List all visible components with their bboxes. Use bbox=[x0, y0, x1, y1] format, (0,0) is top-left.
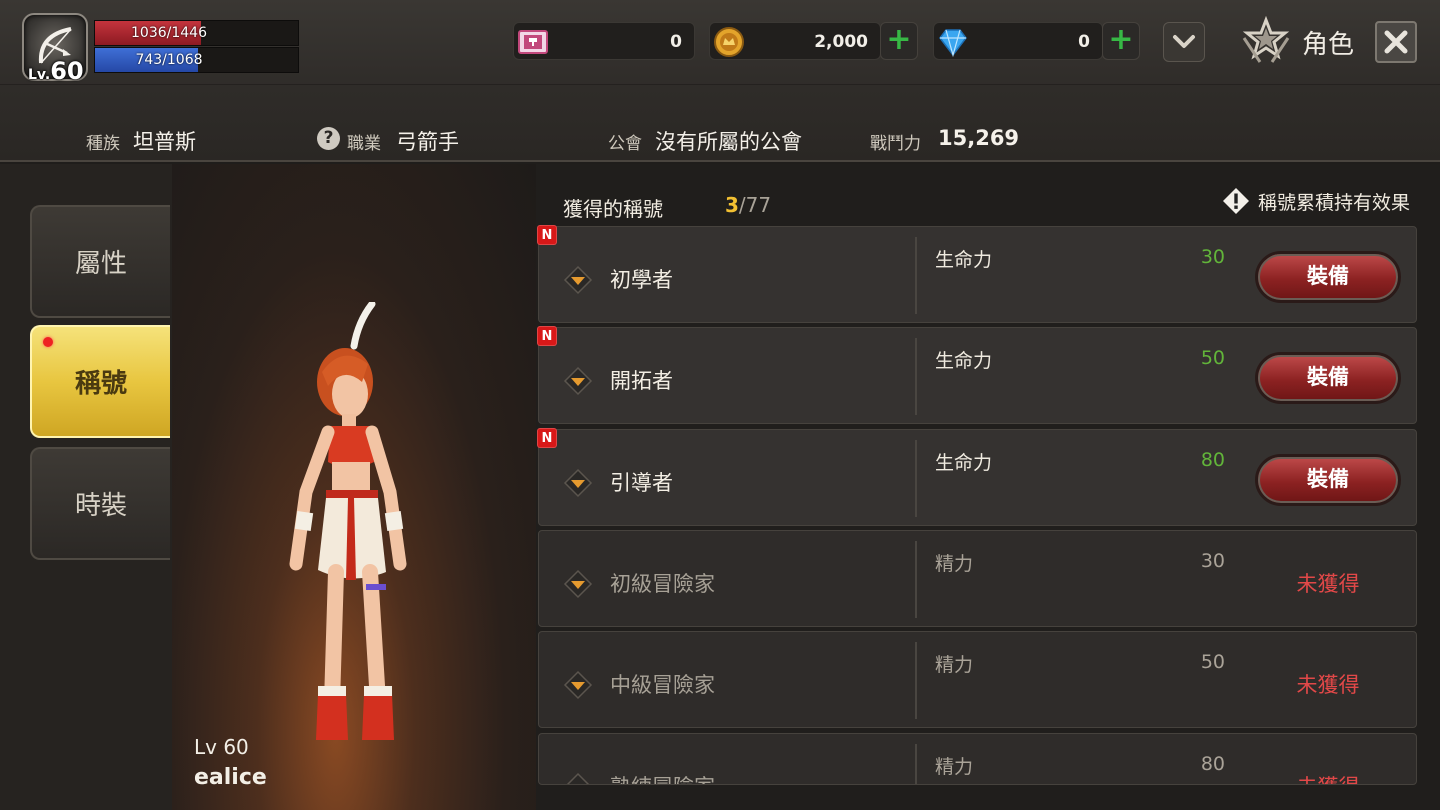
tab-titles-label: 稱號 bbox=[74, 369, 127, 399]
race-value: 坦普斯 bbox=[133, 130, 196, 154]
add-gold-button[interactable]: + bbox=[880, 22, 918, 60]
hp-text: 1036/1446 bbox=[131, 25, 207, 41]
class-help-icon[interactable]: ? bbox=[317, 127, 340, 150]
diamond-currency: 0 bbox=[933, 22, 1103, 60]
title-row[interactable]: 初學者 生命力 30 裝備 bbox=[538, 226, 1417, 323]
title-name: 熟練冒險家 bbox=[610, 771, 715, 784]
title-row[interactable]: 開拓者 生命力 50 裝備 bbox=[538, 327, 1417, 424]
accumulated-effect-button[interactable]: 稱號累積持有效果 bbox=[1222, 187, 1410, 215]
row-divider bbox=[915, 237, 917, 314]
character-preview[interactable] bbox=[172, 164, 536, 810]
mp-bar: 743/1068 bbox=[94, 47, 299, 73]
guild-label: 公會 bbox=[608, 134, 642, 154]
character-name: ealice bbox=[194, 765, 267, 790]
expand-chevron-icon[interactable] bbox=[563, 569, 593, 599]
tab-attributes[interactable]: 屬性 bbox=[30, 205, 170, 318]
tab-titles[interactable]: 稱號 bbox=[30, 325, 170, 438]
new-badge: N bbox=[537, 428, 557, 448]
unobtained-label: 未獲得 bbox=[1255, 771, 1401, 784]
new-badge: N bbox=[537, 225, 557, 245]
guild-value: 沒有所屬的公會 bbox=[655, 130, 802, 154]
gold-coin-icon bbox=[714, 27, 744, 57]
equip-button[interactable]: 裝備 bbox=[1255, 454, 1401, 506]
character-emblem-icon bbox=[1242, 16, 1290, 63]
gold-currency: 2,000 bbox=[709, 22, 881, 60]
title-name: 初學者 bbox=[610, 268, 673, 292]
title-row[interactable]: 引導者 生命力 80 裝備 bbox=[538, 429, 1417, 526]
title-stat-name: 精力 bbox=[935, 553, 974, 575]
title-name: 中級冒險家 bbox=[610, 673, 715, 697]
title-row[interactable]: 中級冒險家 精力 50 未獲得 bbox=[538, 631, 1417, 728]
power-value: 15,269 bbox=[938, 126, 1020, 150]
title-stat-value: 30 bbox=[1200, 246, 1225, 268]
top-bar: Lv.60 1036/1446 743/1068 0 2,000 + 0 + 角… bbox=[0, 0, 1440, 162]
equip-button[interactable]: 裝備 bbox=[1255, 251, 1401, 303]
character-level: Lv 60 bbox=[194, 735, 249, 759]
title-stat-name: 生命力 bbox=[935, 452, 993, 474]
tab-costume[interactable]: 時裝 bbox=[30, 447, 170, 560]
expand-chevron-icon[interactable] bbox=[563, 670, 593, 700]
row-divider bbox=[915, 440, 917, 517]
titles-count-current: 3 bbox=[725, 193, 739, 217]
section-title: 角色 bbox=[1302, 30, 1355, 60]
unobtained-label: 未獲得 bbox=[1296, 673, 1360, 697]
row-divider bbox=[915, 744, 917, 784]
ticket-currency: 0 bbox=[513, 22, 695, 60]
character-model bbox=[289, 302, 407, 740]
expand-chevron-icon[interactable] bbox=[563, 265, 593, 295]
power-label: 戰鬥力 bbox=[870, 134, 921, 154]
title-name: 開拓者 bbox=[610, 369, 673, 393]
expand-chevron-icon[interactable] bbox=[563, 366, 593, 396]
titles-count-total: /77 bbox=[738, 193, 772, 217]
class-value: 弓箭手 bbox=[396, 130, 459, 154]
title-stat-name: 精力 bbox=[935, 756, 974, 778]
close-button[interactable] bbox=[1375, 21, 1417, 63]
diamond-gem-icon bbox=[939, 29, 967, 58]
title-stat-name: 精力 bbox=[935, 654, 974, 676]
player-level-badge: Lv.60 bbox=[28, 57, 84, 85]
equip-button[interactable]: 裝備 bbox=[1255, 352, 1401, 404]
titles-heading: 獲得的稱號 bbox=[563, 197, 663, 221]
close-icon bbox=[1384, 30, 1408, 54]
gold-value: 2,000 bbox=[814, 32, 868, 52]
tab-costume-label: 時裝 bbox=[74, 491, 127, 521]
title-stat-value: 30 bbox=[1200, 550, 1225, 572]
row-divider bbox=[915, 541, 917, 618]
title-stat-value: 50 bbox=[1200, 347, 1225, 369]
expand-chevron-icon[interactable] bbox=[563, 468, 593, 498]
mp-text: 743/1068 bbox=[135, 52, 203, 68]
titles-count: 3/77 bbox=[725, 193, 771, 217]
title-row[interactable]: 熟練冒險家 精力 80 未獲得 bbox=[538, 733, 1417, 785]
row-divider bbox=[915, 642, 917, 719]
add-diamond-button[interactable]: + bbox=[1102, 22, 1140, 60]
ticket-icon bbox=[518, 30, 548, 54]
title-stat-name: 生命力 bbox=[935, 350, 993, 372]
hp-bar: 1036/1446 bbox=[94, 20, 299, 46]
row-divider bbox=[915, 338, 917, 415]
title-stat-value: 80 bbox=[1200, 753, 1225, 775]
title-name: 初級冒險家 bbox=[610, 572, 715, 596]
title-stat-name: 生命力 bbox=[935, 249, 993, 271]
alert-diamond-icon bbox=[1223, 188, 1249, 214]
title-name: 引導者 bbox=[610, 471, 673, 495]
title-stat-value: 50 bbox=[1200, 651, 1225, 673]
race-label: 種族 bbox=[86, 134, 120, 154]
unobtained-label: 未獲得 bbox=[1296, 572, 1360, 596]
title-stat-value: 80 bbox=[1200, 449, 1225, 471]
expand-menu-button[interactable] bbox=[1163, 22, 1205, 62]
expand-chevron-icon[interactable] bbox=[563, 772, 593, 785]
ticket-value: 0 bbox=[670, 32, 682, 52]
chevron-down-icon bbox=[1173, 35, 1195, 48]
tab-attributes-label: 屬性 bbox=[74, 249, 127, 279]
title-row[interactable]: 初級冒險家 精力 30 未獲得 bbox=[538, 530, 1417, 627]
accumulated-effect-label: 稱號累積持有效果 bbox=[1258, 191, 1411, 214]
diamond-value: 0 bbox=[1078, 32, 1090, 52]
class-label: 職業 bbox=[347, 134, 381, 154]
notification-dot bbox=[43, 337, 53, 347]
new-badge: N bbox=[537, 326, 557, 346]
